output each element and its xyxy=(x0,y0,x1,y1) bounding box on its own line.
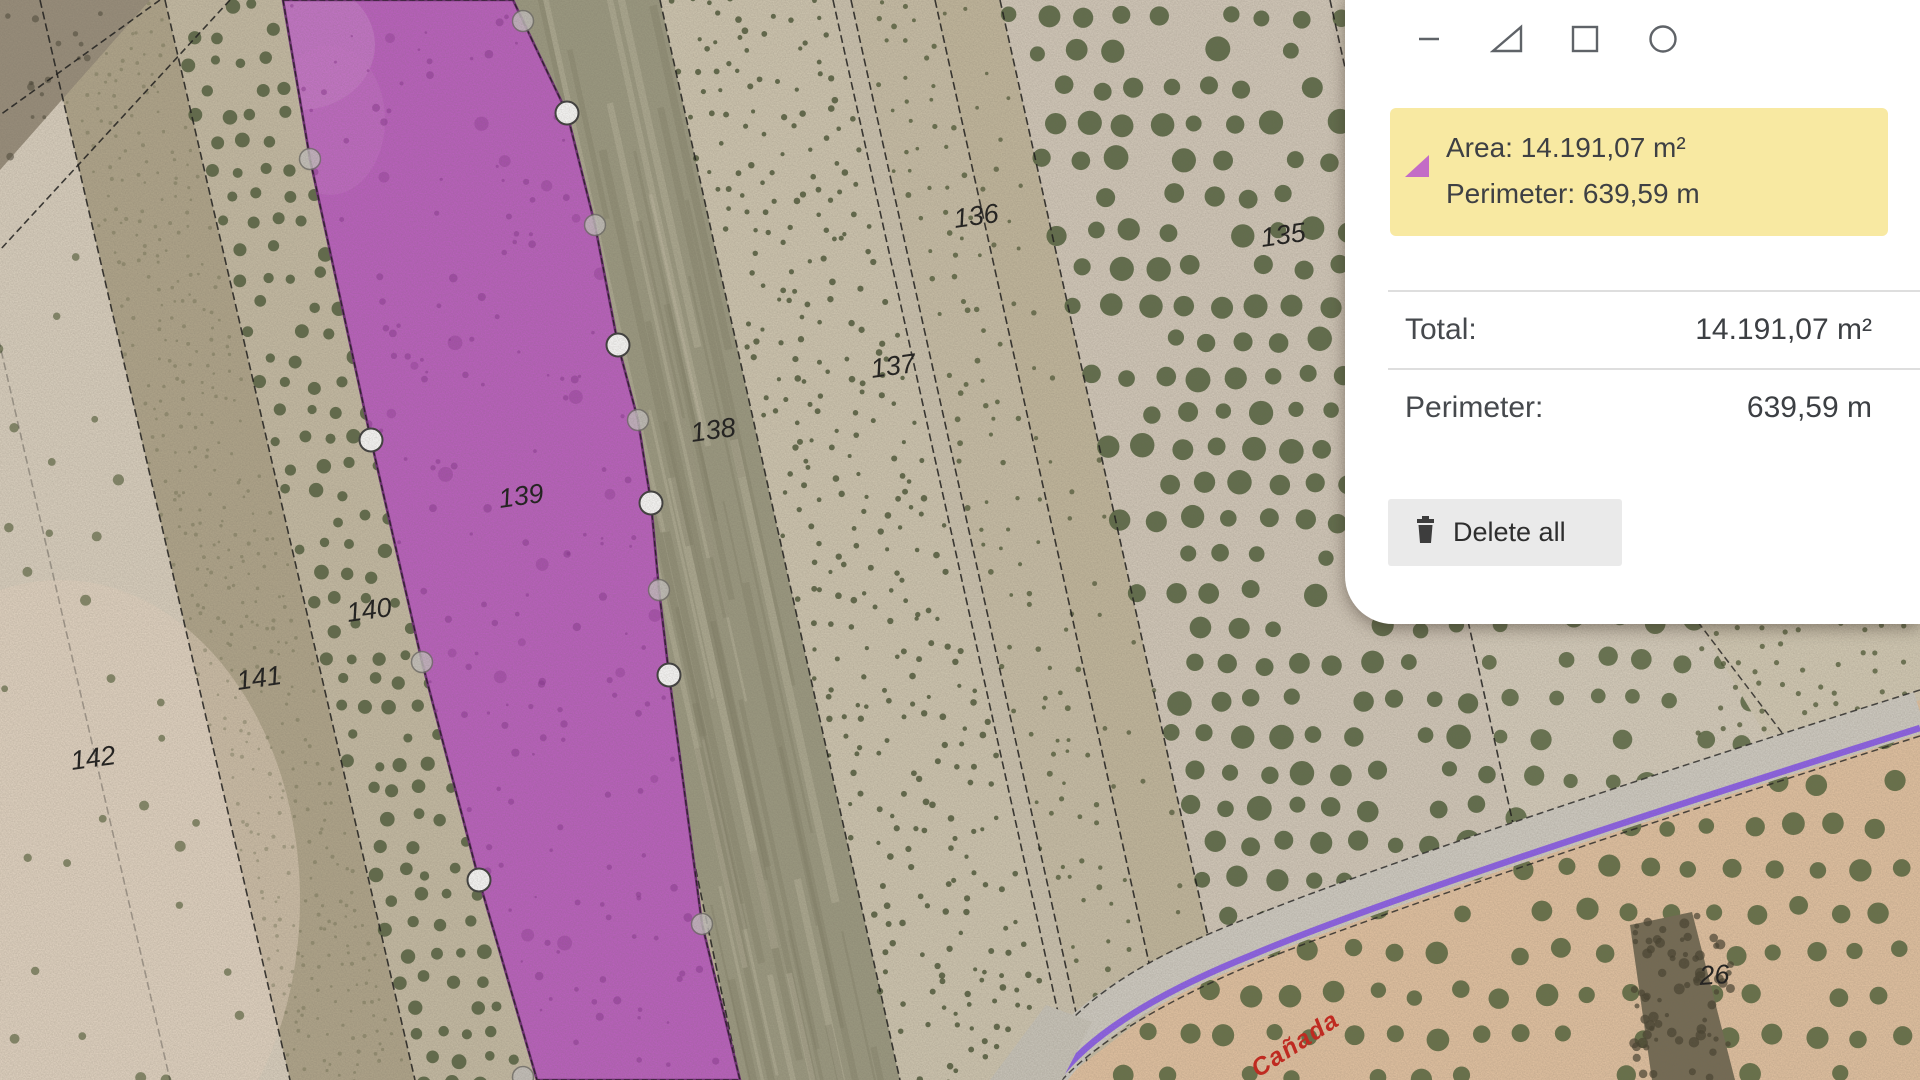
rectangle-tool-button[interactable] xyxy=(1568,24,1602,54)
measure-toolbar xyxy=(1412,24,1680,54)
minimize-button[interactable] xyxy=(1412,24,1446,54)
area-triangle-icon xyxy=(1404,154,1430,183)
trash-icon xyxy=(1415,516,1436,550)
perimeter-row: Perimeter: 639,59 m xyxy=(1388,368,1920,446)
tooltip-perimeter-text: Perimeter: 639,59 m xyxy=(1446,171,1700,217)
minimize-icon xyxy=(1417,24,1441,54)
delete-all-button[interactable]: Delete all xyxy=(1388,499,1622,566)
circle-measure-icon xyxy=(1648,24,1678,54)
circle-tool-button[interactable] xyxy=(1646,24,1680,54)
map-application: 13513613713813914014114226Cañada xyxy=(0,0,1920,1080)
total-row: Total: 14.191,07 m² xyxy=(1388,290,1920,368)
measurement-tooltip: Area: 14.191,07 m² Perimeter: 639,59 m xyxy=(1390,108,1888,236)
perimeter-label: Perimeter: xyxy=(1405,391,1543,425)
measure-panel: Area: 14.191,07 m² Perimeter: 639,59 m T… xyxy=(1345,0,1920,624)
area-tool-button[interactable] xyxy=(1490,24,1524,54)
delete-all-label: Delete all xyxy=(1453,517,1566,548)
totals-table: Total: 14.191,07 m² Perimeter: 639,59 m xyxy=(1388,290,1920,446)
total-label: Total: xyxy=(1405,313,1477,347)
total-value: 14.191,07 m² xyxy=(1695,313,1872,347)
perimeter-value: 639,59 m xyxy=(1747,391,1872,425)
rectangle-measure-icon xyxy=(1570,24,1600,54)
tooltip-area-text: Area: 14.191,07 m² xyxy=(1446,125,1700,171)
area-measure-icon xyxy=(1490,24,1524,54)
